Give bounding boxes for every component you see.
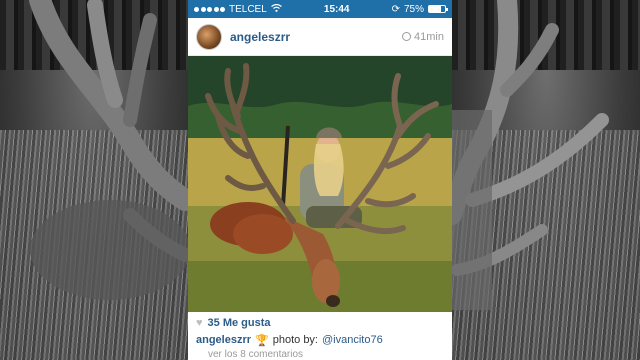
background-left bbox=[0, 0, 188, 360]
view-comments-link[interactable]: ver los 8 comentarios bbox=[196, 349, 444, 360]
post-time-label: 41min bbox=[414, 30, 444, 43]
likes-row[interactable]: ♥ 35 Me gusta bbox=[196, 316, 444, 330]
likes-count[interactable]: 35 Me gusta bbox=[208, 317, 271, 329]
post-header: angeleszrr 41min bbox=[188, 18, 452, 56]
heart-icon: ♥ bbox=[196, 317, 203, 329]
clock-time: 15:44 bbox=[323, 3, 350, 15]
status-bar: TELCEL 15:44 ⟳ 75% bbox=[188, 0, 452, 18]
instagram-screen: TELCEL 15:44 ⟳ 75% angeleszrr 41min ♥ 35… bbox=[188, 0, 452, 360]
battery-icon bbox=[428, 5, 448, 13]
background-antler-left bbox=[29, 0, 188, 300]
avatar[interactable] bbox=[196, 23, 222, 50]
post-time: 41min bbox=[402, 31, 444, 43]
signal-strength-icon bbox=[194, 6, 225, 12]
caption-mention[interactable]: @ivancito76 bbox=[322, 334, 383, 346]
background-antler-right bbox=[452, 0, 609, 310]
photo-illustration bbox=[188, 56, 452, 312]
background-right bbox=[452, 0, 640, 360]
post-photo[interactable] bbox=[188, 56, 452, 312]
caption: angeleszrr 🏆 photo by: @ivancito76 bbox=[196, 333, 444, 347]
post-username[interactable]: angeleszrr bbox=[230, 30, 290, 44]
trophy-icon: 🏆 bbox=[255, 334, 269, 347]
carrier-label: TELCEL bbox=[229, 3, 267, 15]
post-footer: ♥ 35 Me gusta angeleszrr 🏆 photo by: @iv… bbox=[188, 312, 452, 360]
caption-text: photo by: bbox=[272, 334, 318, 346]
wifi-icon bbox=[270, 3, 282, 15]
caption-username[interactable]: angeleszrr bbox=[196, 334, 251, 346]
clock-icon bbox=[402, 32, 412, 41]
orientation-lock-icon: ⟳ bbox=[391, 3, 400, 15]
battery-label: 75% bbox=[403, 3, 424, 15]
